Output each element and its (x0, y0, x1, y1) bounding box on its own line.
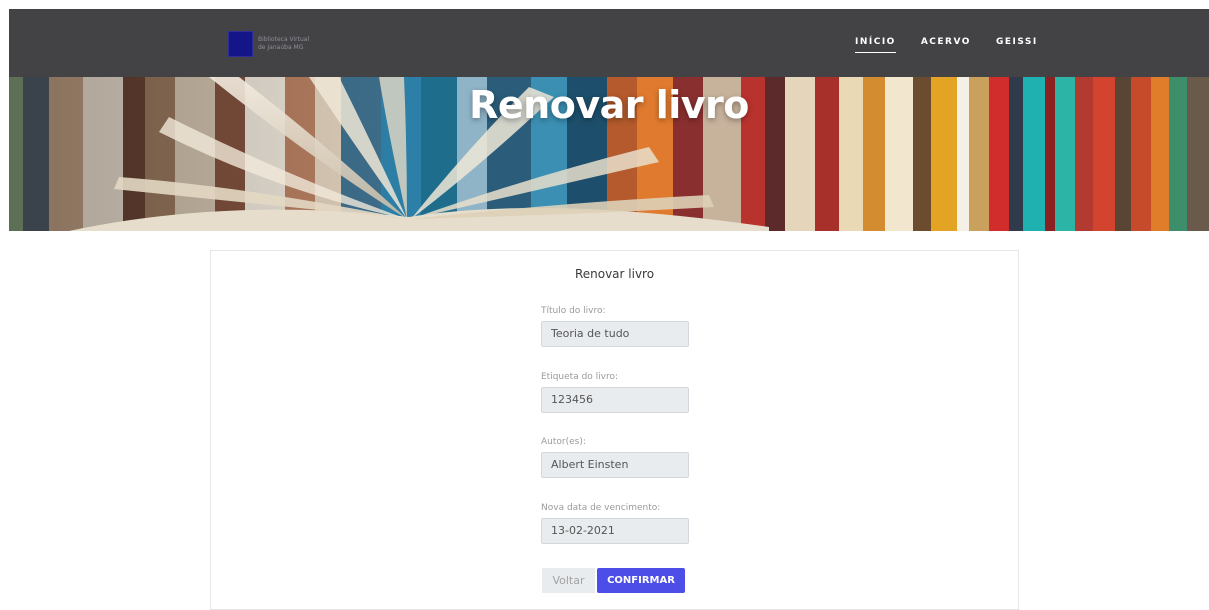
confirm-button[interactable]: CONFIRMAR (597, 568, 685, 593)
back-button[interactable]: Voltar (542, 568, 595, 593)
book-title-field: Título do livro: Teoria de tudo (541, 304, 689, 347)
book-tag-input[interactable]: 123456 (541, 387, 689, 413)
hero-title: Renovar livro (469, 83, 749, 127)
book-title-input[interactable]: Teoria de tudo (541, 321, 689, 347)
hero-banner: Renovar livro (9, 77, 1209, 231)
brand[interactable]: Biblioteca Virtual de Janaúba MG (228, 31, 309, 57)
authors-input[interactable]: Albert Einsten (541, 452, 689, 478)
library-logo-icon (228, 31, 253, 57)
nav-link-geissi[interactable]: GEISSI (996, 37, 1038, 53)
nav-link-acervo[interactable]: ACERVO (921, 37, 971, 53)
top-navbar: Biblioteca Virtual de Janaúba MG INÍCIO … (9, 9, 1209, 77)
brand-name-line2: de Janaúba MG (258, 44, 304, 51)
due-date-label: Nova data de vencimento: (541, 503, 661, 513)
authors-label: Autor(es): (541, 437, 586, 447)
due-date-input[interactable]: 13-02-2021 (541, 518, 689, 544)
main-nav: INÍCIO ACERVO GEISSI (855, 37, 1063, 53)
form-title: Renovar livro (574, 267, 655, 281)
book-tag-field: Etiqueta do livro: 123456 (541, 370, 689, 413)
authors-field: Autor(es): Albert Einsten (541, 435, 689, 478)
brand-name: Biblioteca Virtual de Janaúba MG (258, 36, 309, 52)
nav-link-inicio[interactable]: INÍCIO (855, 37, 896, 53)
book-title-label: Título do livro: (541, 306, 606, 316)
due-date-field: Nova data de vencimento: 13-02-2021 (541, 501, 689, 544)
renew-book-form-card: Renovar livro Título do livro: Teoria de… (210, 250, 1019, 610)
book-tag-label: Etiqueta do livro: (541, 372, 619, 382)
brand-name-line1: Biblioteca Virtual (258, 36, 310, 43)
